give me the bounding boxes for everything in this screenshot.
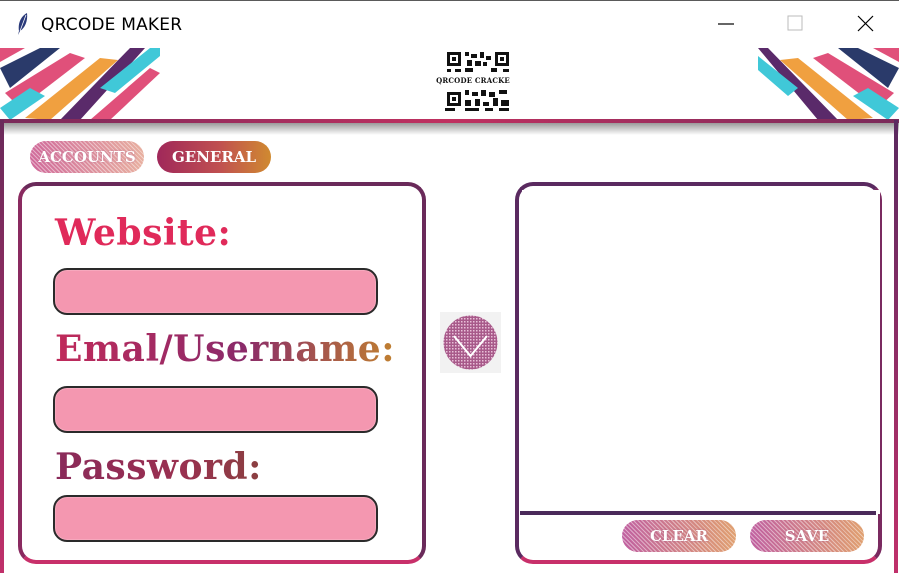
banner-shadow bbox=[0, 123, 899, 135]
tab-accounts[interactable]: ACCOUNTS bbox=[30, 141, 144, 173]
window-title: QRCODE MAKER bbox=[41, 15, 183, 35]
website-field[interactable] bbox=[53, 268, 378, 315]
close-icon[interactable] bbox=[842, 6, 888, 42]
feather-icon bbox=[18, 13, 28, 35]
website-label: Website: bbox=[55, 212, 232, 254]
password-field[interactable] bbox=[53, 495, 378, 542]
decorative-pattern-left bbox=[0, 48, 160, 120]
email-username-label: Emal/Username: bbox=[55, 328, 395, 370]
frame-border-right bbox=[894, 120, 898, 573]
minimize-icon[interactable] bbox=[702, 6, 748, 42]
email-username-field[interactable] bbox=[53, 386, 378, 433]
maximize-icon[interactable] bbox=[772, 6, 818, 42]
frame-border-left bbox=[0, 120, 4, 573]
tab-general[interactable]: GENERAL bbox=[157, 141, 271, 173]
decorative-pattern-right bbox=[758, 48, 899, 120]
password-label: Password: bbox=[55, 446, 262, 488]
output-divider bbox=[520, 511, 876, 515]
logo-text: QRCODE CRACKE bbox=[436, 76, 510, 85]
clear-button[interactable]: CLEAR bbox=[622, 520, 736, 552]
output-textarea[interactable] bbox=[522, 190, 880, 514]
save-button[interactable]: SAVE bbox=[750, 520, 864, 552]
generate-arrow-button[interactable] bbox=[440, 312, 501, 373]
